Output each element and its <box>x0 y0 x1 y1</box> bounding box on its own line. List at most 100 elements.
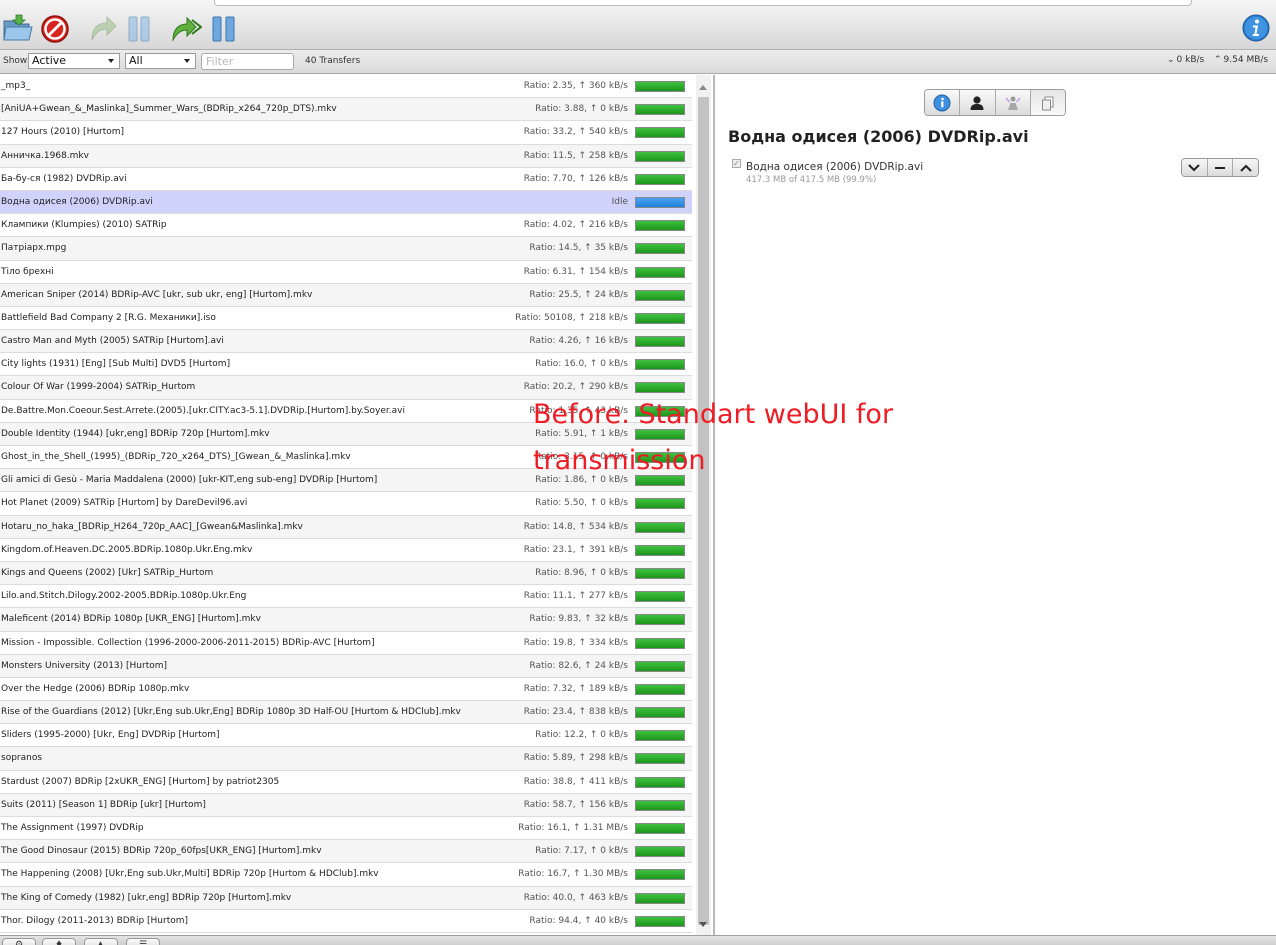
torrent-name: The Assignment (1997) DVDRip <box>1 823 144 833</box>
tab-trackers[interactable] <box>995 90 1031 115</box>
torrent-row[interactable]: Ба-бу-ся (1982) DVDRip.avi Ratio: 7.70, ↑… <box>0 167 692 191</box>
torrent-row[interactable]: Monsters University (2013) [Hurtom] Ratio… <box>0 654 692 678</box>
torrent-list-scrollbar[interactable] <box>696 75 711 935</box>
priority-low-button[interactable] <box>1182 159 1208 176</box>
resume-all-button[interactable] <box>170 12 203 44</box>
torrent-row[interactable]: Kings and Queens (2002) [Ukr] SATRip_Hur… <box>0 561 692 586</box>
torrent-row[interactable]: The Good Dinosaur (2015) BDRip 720p_60fp… <box>0 840 692 864</box>
torrent-name: Анничка.1968.mkv <box>1 150 89 161</box>
torrent-progress-bar <box>635 498 685 510</box>
torrent-row[interactable]: Hotaru_no_haka_[BDRip_H264_720p_AAC]_[Gw… <box>0 515 692 539</box>
torrent-name: Hotaru_no_haka_[BDRip_H264_720p_AAC]_[Gw… <box>1 521 303 532</box>
scrollbar-thumb[interactable] <box>698 97 709 925</box>
torrent-row[interactable]: The Assignment (1997) DVDRip Ratio: 16.1,… <box>0 817 692 841</box>
torrent-progress-bar <box>635 150 685 162</box>
torrent-row[interactable]: The King of Comedy (1982) [ukr,eng] BDRi… <box>0 886 692 910</box>
state-filter-value: Active <box>32 54 67 67</box>
torrent-status: Ratio: 23.4, ↑ 838 kB/s <box>523 707 628 718</box>
torrent-row[interactable]: Mission - Impossible. Collection (1996-2… <box>0 631 692 655</box>
open-torrent-button[interactable] <box>2 12 34 44</box>
scroll-up-arrow-icon[interactable] <box>699 85 707 90</box>
settings-button[interactable]: ⚙ <box>2 938 36 945</box>
torrent-name: American Sniper (2014) BDRip-AVC [ukr, s… <box>1 289 313 300</box>
torrent-progress-bar <box>635 521 685 533</box>
torrent-progress-bar <box>635 776 685 788</box>
torrent-row[interactable]: Водна одисея (2006) DVDRip.avi Idle <box>0 190 692 215</box>
files-icon <box>1041 96 1054 110</box>
torrent-row[interactable]: Sliders (1995-2000) [Ukr, Eng] DVDRip [H… <box>0 724 692 748</box>
torrent-progress-bar <box>635 266 685 278</box>
torrent-progress-bar <box>635 173 685 185</box>
torrent-row[interactable]: Анничка.1968.mkv Ratio: 11.5, ↑ 258 kB/s <box>0 144 692 168</box>
torrent-progress-bar <box>635 683 685 695</box>
torrent-name: Stardust (2007) BDRip [2xUKR_ENG] [Hurto… <box>1 776 280 787</box>
torrent-status: Ratio: 11.1, ↑ 277 kB/s <box>523 591 628 602</box>
inspector-toggle-button[interactable] <box>1242 14 1270 42</box>
torrent-row[interactable]: Клампики (Klumpies) (2010) SATRip Ratio: … <box>0 214 692 238</box>
tab-files[interactable] <box>1030 90 1065 115</box>
torrent-row[interactable]: Maleficent (2014) BDRip 1080p [UKR_ENG] … <box>0 608 692 632</box>
torrent-row[interactable]: Hot Planet (2009) SATRip [Hurtom] by Dar… <box>0 492 692 516</box>
torrent-status: Ratio: 16.0, ↑ 0 kB/s <box>535 359 628 370</box>
torrent-name: Hot Planet (2009) SATRip [Hurtom] by Dar… <box>1 498 248 509</box>
pause-all-button[interactable] <box>208 12 240 44</box>
minus-icon <box>1215 166 1225 169</box>
torrent-row[interactable]: 127 Hours (2010) [Hurtom] Ratio: 33.2, ↑ … <box>0 121 692 145</box>
pause-button[interactable] <box>123 12 155 44</box>
torrent-row[interactable]: Rise of the Guardians (2012) [Ukr,Eng su… <box>0 701 692 725</box>
torrent-status: Ratio: 7.70, ↑ 126 kB/s <box>523 173 628 184</box>
torrent-row[interactable]: Castro Man and Myth (2005) SATRip [Hurto… <box>0 330 692 354</box>
file-wanted-checkbox[interactable]: ✓ <box>732 159 741 168</box>
torrent-status: Ratio: 14.5, ↑ 35 kB/s <box>529 243 628 254</box>
tab-peers[interactable] <box>960 90 996 115</box>
torrent-row[interactable]: Thor. Dilogy (2011-2013) BDRip [Hurtom] R… <box>0 909 692 933</box>
torrent-progress-bar <box>635 799 685 811</box>
torrent-row[interactable]: Suits (2011) [Season 1] BDRip [ukr] [Hur… <box>0 793 692 817</box>
torrent-row[interactable]: Battlefield Bad Company 2 [R.G. Механики… <box>0 306 692 331</box>
torrent-name: The King of Comedy (1982) [ukr,eng] BDRi… <box>1 892 292 903</box>
torrent-progress-bar <box>635 359 685 371</box>
pause-icon <box>128 16 150 42</box>
turtle-mode-button[interactable]: ♦ <box>42 938 76 945</box>
torrent-status: Ratio: 23.1, ↑ 391 kB/s <box>523 544 628 555</box>
tab-info[interactable] <box>925 90 961 115</box>
torrent-row[interactable]: The Happening (2008) [Ukr,Eng sub.Ukr,Mu… <box>0 863 692 887</box>
remove-torrent-button[interactable] <box>39 12 71 44</box>
tracker-filter-select[interactable]: All <box>125 53 196 69</box>
torrent-row[interactable]: Kingdom.of.Heaven.DC.2005.BDRip.1080p.Uk… <box>0 538 692 562</box>
torrent-status: Ratio: 7.17, ↑ 0 kB/s <box>535 846 628 857</box>
inspector-title: Водна одисея (2006) DVDRip.avi <box>728 127 1029 146</box>
torrent-status: Ratio: 33.2, ↑ 540 kB/s <box>523 127 628 138</box>
state-filter-select[interactable]: Active <box>28 53 120 69</box>
priority-normal-button[interactable] <box>1207 159 1234 176</box>
torrent-progress-bar <box>635 823 685 834</box>
filter-input[interactable] <box>201 53 294 70</box>
torrent-row[interactable]: Патріарх.mpg Ratio: 14.5, ↑ 35 kB/s <box>0 237 692 261</box>
torrent-status: Ratio: 94.4, ↑ 40 kB/s <box>529 915 628 926</box>
torrent-name: Клампики (Klumpies) (2010) SATRip <box>1 220 167 231</box>
torrent-row[interactable]: American Sniper (2014) BDRip-AVC [ukr, s… <box>0 283 692 307</box>
compact-view-button[interactable]: ▲ <box>84 938 118 945</box>
torrent-row[interactable]: Over the Hedge (2006) BDRip 1080p.mkv Rat… <box>0 677 692 702</box>
torrent-name: Maleficent (2014) BDRip 1080p [UKR_ENG] … <box>1 614 261 625</box>
torrent-row[interactable]: [AniUA+Gwean_&_Maslinka]_Summer_Wars_(BD… <box>0 98 692 122</box>
torrent-row[interactable]: Тіло брехні Ratio: 6.31, ↑ 154 kB/s <box>0 260 692 284</box>
torrent-row[interactable]: Stardust (2007) BDRip [2xUKR_ENG] [Hurto… <box>0 770 692 794</box>
torrent-name: Ба-бу-ся (1982) DVDRip.avi <box>1 173 127 184</box>
torrent-progress-bar <box>635 243 685 255</box>
torrent-name: Monsters University (2013) [Hurtom] <box>1 660 168 671</box>
torrent-row[interactable]: City lights (1931) [Eng] [Sub Multi] DVD… <box>0 353 692 377</box>
torrent-status: Ratio: 6.31, ↑ 154 kB/s <box>523 266 628 277</box>
torrent-progress-bar <box>635 544 685 556</box>
transfers-count: 40 Transfers <box>305 56 361 66</box>
torrent-status: Ratio: 58.7, ↑ 156 kB/s <box>523 799 628 810</box>
torrent-row[interactable]: _mp3_ Ratio: 2.35, ↑ 360 kB/s <box>0 75 692 99</box>
resume-button[interactable] <box>86 12 118 44</box>
torrent-name: Kings and Queens (2002) [Ukr] SATRip_Hur… <box>1 567 214 578</box>
priority-high-button[interactable] <box>1233 159 1258 176</box>
torrent-row[interactable]: Lilo.and.Stitch.Dilogy.2002-2005.BDRip.1… <box>0 585 692 609</box>
scroll-down-arrow-icon[interactable] <box>699 922 707 927</box>
inspector-footer-button[interactable]: ☰ <box>126 938 160 945</box>
torrent-row[interactable]: sopranos Ratio: 5.89, ↑ 298 kB/s <box>0 747 692 771</box>
torrent-name: Водна одисея (2006) DVDRip.avi <box>1 196 153 207</box>
